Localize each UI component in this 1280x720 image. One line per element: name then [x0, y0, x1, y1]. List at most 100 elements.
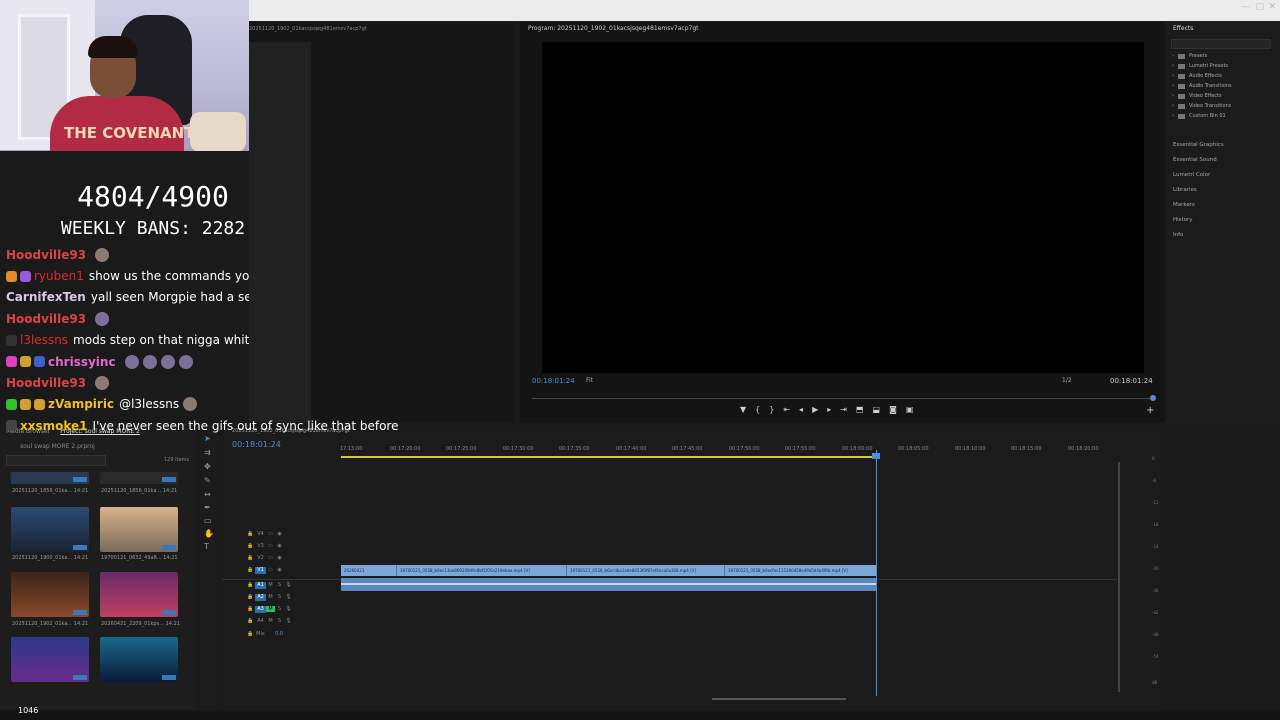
source-sidebar: [249, 42, 311, 422]
badge-icon: [20, 270, 31, 282]
ruler-tick: 00:17:30:00: [503, 446, 534, 452]
media-thumbnail[interactable]: [11, 637, 89, 682]
ruler-tick: 00:17:45:00: [672, 446, 703, 452]
program-timecode[interactable]: 00:18:01:24: [532, 377, 575, 385]
resolution-select[interactable]: 1/2: [1062, 377, 1072, 384]
razor-tool-icon[interactable]: ✎: [204, 476, 211, 485]
export-frame-icon[interactable]: ◙: [889, 405, 897, 414]
panel-essential-graphics[interactable]: Essential Graphics: [1173, 137, 1224, 152]
video-clip[interactable]: 19700121_0558_b6ecdba1ade8653f0f87ef4eca…: [566, 565, 730, 576]
hand-tool-icon[interactable]: ✋: [204, 529, 214, 538]
sync-icon: ▭: [268, 531, 273, 537]
video-clip[interactable]: 20260421: [341, 565, 382, 576]
meter-mark: dB: [1152, 680, 1158, 685]
panel-markers[interactable]: Markers: [1173, 197, 1224, 212]
effects-search-input[interactable]: [1171, 39, 1271, 49]
media-thumbnail[interactable]: [11, 472, 89, 484]
project-search-input[interactable]: [6, 455, 106, 466]
mic-icon: 🎙: [285, 594, 292, 600]
ruler-tick: 00:18:05:00: [898, 446, 929, 452]
ripple-edit-tool-icon[interactable]: ✥: [204, 462, 211, 471]
sync-icon: ▭: [268, 555, 273, 561]
panel-info[interactable]: Info: [1173, 227, 1224, 242]
video-clip[interactable]: 19700121_0558_b6ecfec115190d58ed9a5d4a4f…: [724, 565, 878, 576]
effects-folder[interactable]: › Audio Effects: [1172, 71, 1232, 81]
work-area-bar[interactable]: [341, 456, 875, 458]
sync-icon: ▭: [268, 543, 273, 549]
track-header-v2: 🔒 V2 ▭ ◉: [246, 555, 284, 562]
eye-icon: ◉: [277, 543, 282, 549]
effects-folder[interactable]: › Lumetri Presets: [1172, 61, 1232, 71]
close-icon[interactable]: ✕: [1268, 2, 1276, 12]
panel-list: Essential Graphics Essential Sound Lumet…: [1173, 137, 1224, 242]
media-thumbnail[interactable]: [100, 472, 178, 484]
pen-tool-icon[interactable]: ✒: [204, 503, 211, 512]
panel-libraries[interactable]: Libraries: [1173, 182, 1224, 197]
media-thumbnail[interactable]: [100, 637, 178, 682]
effects-folder[interactable]: › Custom Bin 01: [1172, 111, 1232, 121]
lift-icon[interactable]: ⬒: [856, 405, 864, 414]
play-icon[interactable]: ▶: [812, 405, 818, 414]
effects-folder[interactable]: › Video Effects: [1172, 91, 1232, 101]
audio-clip-track[interactable]: [341, 578, 876, 591]
media-thumbnail[interactable]: [11, 572, 89, 617]
slip-tool-icon[interactable]: ↔: [204, 490, 211, 499]
comparison-view-icon[interactable]: ▣: [906, 405, 914, 414]
panel-history[interactable]: History: [1173, 212, 1224, 227]
panel-lumetri-color[interactable]: Lumetri Color: [1173, 167, 1224, 182]
effects-title[interactable]: Effects: [1173, 25, 1193, 32]
mark-in-icon[interactable]: {: [755, 405, 760, 414]
badge-icon: [34, 356, 45, 368]
minimize-icon[interactable]: —: [1241, 2, 1250, 12]
meter-mark: -6: [1152, 478, 1156, 483]
program-scrubber[interactable]: [532, 395, 1156, 401]
track-select-tool-icon[interactable]: ⇉: [204, 448, 211, 457]
program-duration: 00:18:01:24: [1110, 377, 1153, 385]
media-label: 20251120_1856_01ka... 14:21: [12, 488, 89, 494]
track-label: A2: [255, 594, 266, 601]
chat-username: ryuben1: [34, 269, 84, 284]
panel-essential-sound[interactable]: Essential Sound: [1173, 152, 1224, 167]
project-file-name: soul swap MORE 2.prproj: [20, 443, 95, 450]
maximize-icon[interactable]: ▢: [1255, 2, 1264, 12]
status-bar: [0, 710, 1280, 720]
program-title[interactable]: Program: 20251120_1902_01kacsjsqeg481ems…: [528, 25, 699, 32]
emote-icon: [95, 247, 110, 262]
effects-folder[interactable]: › Audio Transitions: [1172, 81, 1232, 91]
zoom-fit-select[interactable]: Fit: [586, 377, 593, 384]
badge-icon: [6, 334, 17, 346]
go-to-out-icon[interactable]: ⇥: [840, 405, 847, 414]
timeline-vertical-scrollbar[interactable]: [1118, 462, 1120, 692]
media-thumbnail[interactable]: [100, 507, 178, 552]
go-to-in-icon[interactable]: ⇤: [783, 405, 790, 414]
scrubber-knob[interactable]: [1150, 395, 1156, 401]
track-label: V4: [257, 531, 264, 537]
playhead[interactable]: [876, 450, 877, 696]
step-back-icon[interactable]: ◂: [799, 405, 803, 414]
media-thumbnail[interactable]: [11, 507, 89, 552]
effects-folder[interactable]: › Presets: [1172, 51, 1232, 61]
video-clip[interactable]: 19700121_0558_b6ec13ae869109d9c8bf1f05a2…: [396, 565, 550, 576]
media-thumbnail[interactable]: [100, 572, 178, 617]
rectangle-tool-icon[interactable]: ▭: [204, 516, 212, 525]
meter-mark: -12: [1152, 500, 1159, 505]
video-clip-track[interactable]: 20260421 19700121_0558_b6ec13ae869109d9c…: [341, 565, 876, 576]
add-marker-icon[interactable]: ▼: [740, 405, 746, 414]
mic-icon: 🎙: [285, 618, 292, 624]
timeline-timecode[interactable]: 00:18:01:24: [232, 440, 281, 449]
program-video-frame[interactable]: [542, 42, 1144, 373]
timeline-ruler[interactable]: 17:15:00 00:17:20:00 00:17:25:00 00:17:3…: [340, 444, 1120, 456]
type-tool-icon[interactable]: T: [204, 542, 209, 551]
mark-out-icon[interactable]: }: [769, 405, 774, 414]
transport-controls: ▼ { } ⇤ ◂ ▶ ▸ ⇥ ⬒ ⬓ ◙ ▣: [740, 405, 913, 414]
button-editor-icon[interactable]: +: [1146, 405, 1154, 416]
extract-icon[interactable]: ⬓: [873, 405, 881, 414]
meter-mark: -24: [1152, 544, 1159, 549]
effects-folder[interactable]: › Video Transitions: [1172, 101, 1232, 111]
eye-icon: ◉: [277, 555, 282, 561]
step-forward-icon[interactable]: ▸: [827, 405, 831, 414]
ruler-tick: 00:18:00:00: [842, 446, 873, 452]
meter-mark: -42: [1152, 610, 1159, 615]
timeline-horizontal-scrollbar[interactable]: [712, 698, 846, 700]
track-header-a1: 🔒 A1 M S 🎙: [247, 582, 292, 589]
